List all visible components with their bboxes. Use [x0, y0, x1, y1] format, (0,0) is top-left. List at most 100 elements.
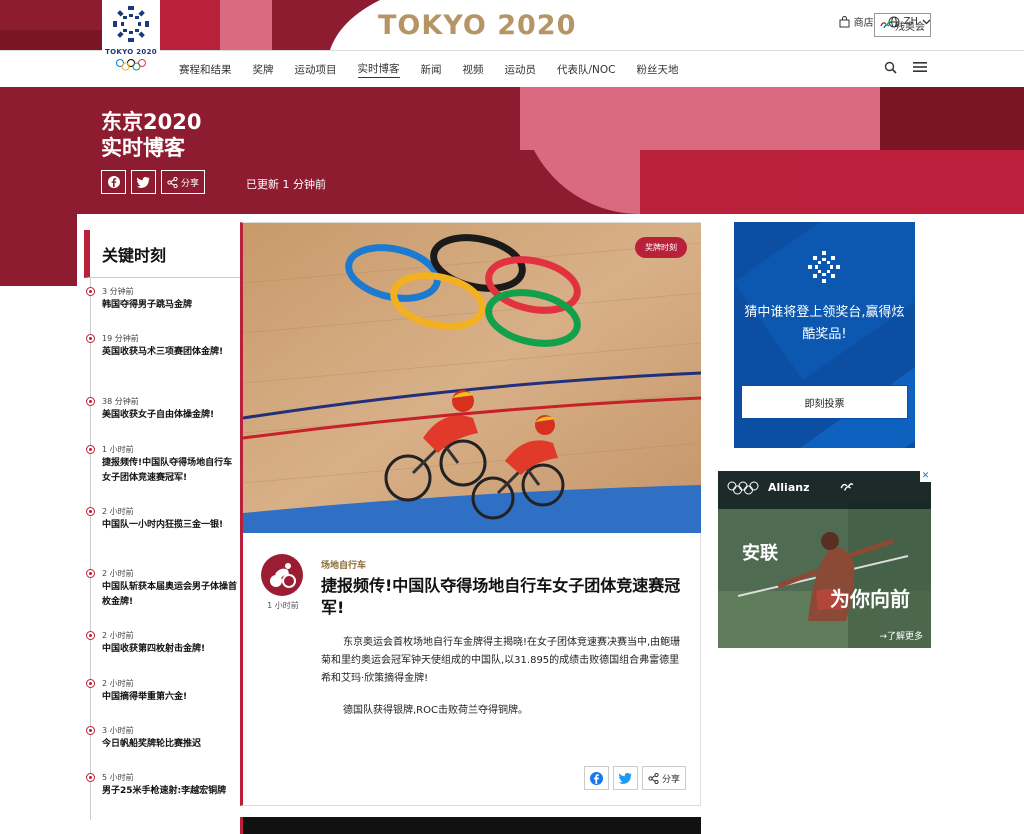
timeline-dot-icon: [86, 445, 95, 454]
moment-time: 3 分钟前: [102, 287, 134, 296]
moment-time: 2 小时前: [102, 507, 134, 516]
moment-time: 2 小时前: [102, 631, 134, 640]
nav-icons: [884, 61, 927, 74]
share-icon: [648, 772, 659, 784]
post-share-row: 分享: [583, 766, 686, 790]
nav-item-videos[interactable]: 视频: [463, 62, 484, 77]
timeline-dot-icon: [86, 631, 95, 640]
moment-headline: 中国收获第四枚射击金牌!: [102, 644, 206, 654]
moment-item[interactable]: 5 小时前 男子25米手枪速射:李越宏铜牌: [86, 772, 240, 820]
page-title: 东京2020 实时博客: [101, 109, 201, 161]
nav-item-noc[interactable]: 代表队/NOC: [557, 62, 616, 77]
moment-headline: 男子25米手枪速射:李越宏铜牌: [102, 786, 227, 796]
nav-item-fan-zone[interactable]: 粉丝天地: [637, 62, 679, 77]
snowflake-emblem-icon: [808, 251, 840, 283]
page-title-line1: 东京2020: [101, 110, 202, 134]
hero-banner: 东京2020 实时博客 分享 已更新 1 分钟前: [0, 87, 1024, 214]
nav-item-news[interactable]: 新闻: [421, 62, 442, 77]
moment-headline: 中国队一小时内狂揽三金一银!: [102, 520, 224, 530]
paralympic-label: 残奥会: [895, 21, 925, 33]
moment-item[interactable]: 2 小时前 中国摘得举重第六金!: [86, 678, 240, 725]
timeline-dot-icon: [86, 726, 95, 735]
allianz-slogan: 为你向前: [830, 587, 910, 611]
predict-podium-ad[interactable]: 猜中谁将登上领奖台,赢得炫酷奖品! 即刻投票: [734, 222, 915, 448]
facebook-share-button[interactable]: [583, 766, 609, 790]
moment-item[interactable]: 19 分钟前 英国收获马术三项赛团体金牌!: [86, 333, 240, 396]
allianz-ad[interactable]: Allianz 安联 为你向前 →了解更多 ✕: [718, 471, 931, 648]
post-photo[interactable]: 奖牌时刻: [243, 223, 701, 533]
allianz-brand: Allianz: [768, 481, 810, 494]
cycling-track-image: [243, 223, 701, 533]
paralympic-button[interactable]: 残奥会: [874, 13, 931, 37]
sport-avatar: [261, 554, 303, 596]
learn-more-link[interactable]: →了解更多: [879, 629, 923, 642]
nav-list: 赛程和结果 奖牌 运动项目 实时博客 新闻 视频 运动员 代表队/NOC 粉丝天…: [179, 51, 700, 88]
moment-headline: 中国摘得举重第六金!: [102, 692, 188, 702]
timeline-dot-icon: [86, 507, 95, 516]
hero-decor: [800, 150, 1024, 214]
nav-item-schedule[interactable]: 赛程和结果: [179, 62, 232, 77]
post-category[interactable]: 场地自行车: [321, 558, 366, 571]
moment-time: 1 小时前: [102, 445, 134, 454]
timeline-dot-icon: [86, 569, 95, 578]
nav-item-medals[interactable]: 奖牌: [253, 62, 274, 77]
facebook-icon: [589, 771, 603, 785]
moment-time: 5 小时前: [102, 773, 134, 782]
shop-link[interactable]: 商店: [839, 14, 874, 29]
moment-headline: 英国收获马术三项赛团体金牌!: [102, 347, 224, 357]
next-post-preview[interactable]: [240, 817, 701, 834]
live-blog-post: 奖牌时刻 1 小时前 场地自行车 捷报频传!中国队夺得场地自行车女子团体竞速赛冠…: [240, 222, 701, 806]
allianz-headline: 安联: [742, 543, 778, 564]
nav-item-sports[interactable]: 运动项目: [295, 62, 337, 77]
facebook-share-button[interactable]: [101, 170, 126, 194]
last-updated: 已更新 1 分钟前: [246, 178, 326, 191]
moment-time: 3 小时前: [102, 726, 134, 735]
timeline-dot-icon: [86, 334, 95, 343]
moment-item[interactable]: 2 小时前 中国收获第四枚射击金牌!: [86, 630, 240, 678]
page-title-line2: 实时博客: [101, 136, 185, 160]
olympic-rings-icon: [116, 59, 146, 71]
post-body-paragraph: 东京奥运会首枚场地自行车金牌得主揭晓!在女子团体竞速赛决赛当中,由鲍珊菊和里约奥…: [321, 637, 681, 684]
menu-icon[interactable]: [913, 61, 927, 73]
search-icon[interactable]: [884, 61, 897, 74]
moment-time: 38 分钟前: [102, 397, 139, 406]
allianz-header: Allianz: [718, 471, 931, 509]
top-bar: TOKYO 2020 TOKYO 2020 商店 ZH 残奥会: [0, 0, 1024, 71]
moment-item[interactable]: 3 分钟前 韩国夺得男子跳马金牌: [86, 286, 240, 333]
shop-label: 商店: [853, 18, 874, 29]
hero-decor: [880, 87, 1024, 150]
post-headline: 捷报频传!中国队夺得场地自行车女子团体竞速赛冠军!: [321, 576, 681, 617]
moment-time: 19 分钟前: [102, 334, 139, 343]
share-button[interactable]: 分享: [641, 766, 686, 790]
agitos-icon: [880, 21, 892, 29]
share-icon: [167, 176, 178, 188]
emblem-icon: [113, 6, 149, 42]
moment-item[interactable]: 2 小时前 中国队一小时内狂揽三金一银!: [86, 506, 240, 568]
nav-item-live-blog[interactable]: 实时博客: [357, 61, 400, 78]
timeline-dot-icon: [86, 679, 95, 688]
moment-item[interactable]: 3 小时前 今日帆船奖牌轮比赛推迟: [86, 725, 240, 772]
shopping-bag-icon: [839, 15, 850, 27]
moment-item[interactable]: 38 分钟前 美国收获女子自由体操金牌!: [86, 396, 240, 444]
moment-item[interactable]: 1 小时前 捷报频传!中国队夺得场地自行车女子团体竞速赛冠军!: [86, 444, 240, 506]
tokyo2020-wordmark[interactable]: TOKYO 2020: [378, 10, 576, 41]
timeline-dot-icon: [86, 397, 95, 406]
moment-headline: 中国队斩获本届奥运会男子体操首枚金牌!: [102, 582, 238, 607]
agitos-icon: [840, 483, 854, 491]
moment-time: 2 小时前: [102, 569, 134, 578]
tokyo2020-logo[interactable]: TOKYO 2020: [102, 0, 160, 71]
share-button[interactable]: 分享: [161, 170, 206, 194]
side-decor: [0, 214, 77, 286]
key-moments-timeline: 3 分钟前 韩国夺得男子跳马金牌 19 分钟前 英国收获马术三项赛团体金牌! 3…: [86, 278, 240, 820]
twitter-icon: [618, 772, 632, 784]
track-cycling-icon: [270, 563, 296, 588]
ad-choices-icon[interactable]: ✕: [920, 471, 931, 482]
twitter-share-button[interactable]: [131, 170, 156, 194]
hero-share-row: 分享: [101, 170, 206, 194]
vote-now-button[interactable]: 即刻投票: [741, 385, 908, 419]
nav-item-athletes[interactable]: 运动员: [505, 62, 537, 77]
vote-ad-text: 猜中谁将登上领奖台,赢得炫酷奖品!: [744, 305, 905, 342]
moment-headline: 今日帆船奖牌轮比赛推迟: [102, 739, 202, 749]
twitter-share-button[interactable]: [612, 766, 638, 790]
moment-item[interactable]: 2 小时前 中国队斩获本届奥运会男子体操首枚金牌!: [86, 568, 240, 630]
